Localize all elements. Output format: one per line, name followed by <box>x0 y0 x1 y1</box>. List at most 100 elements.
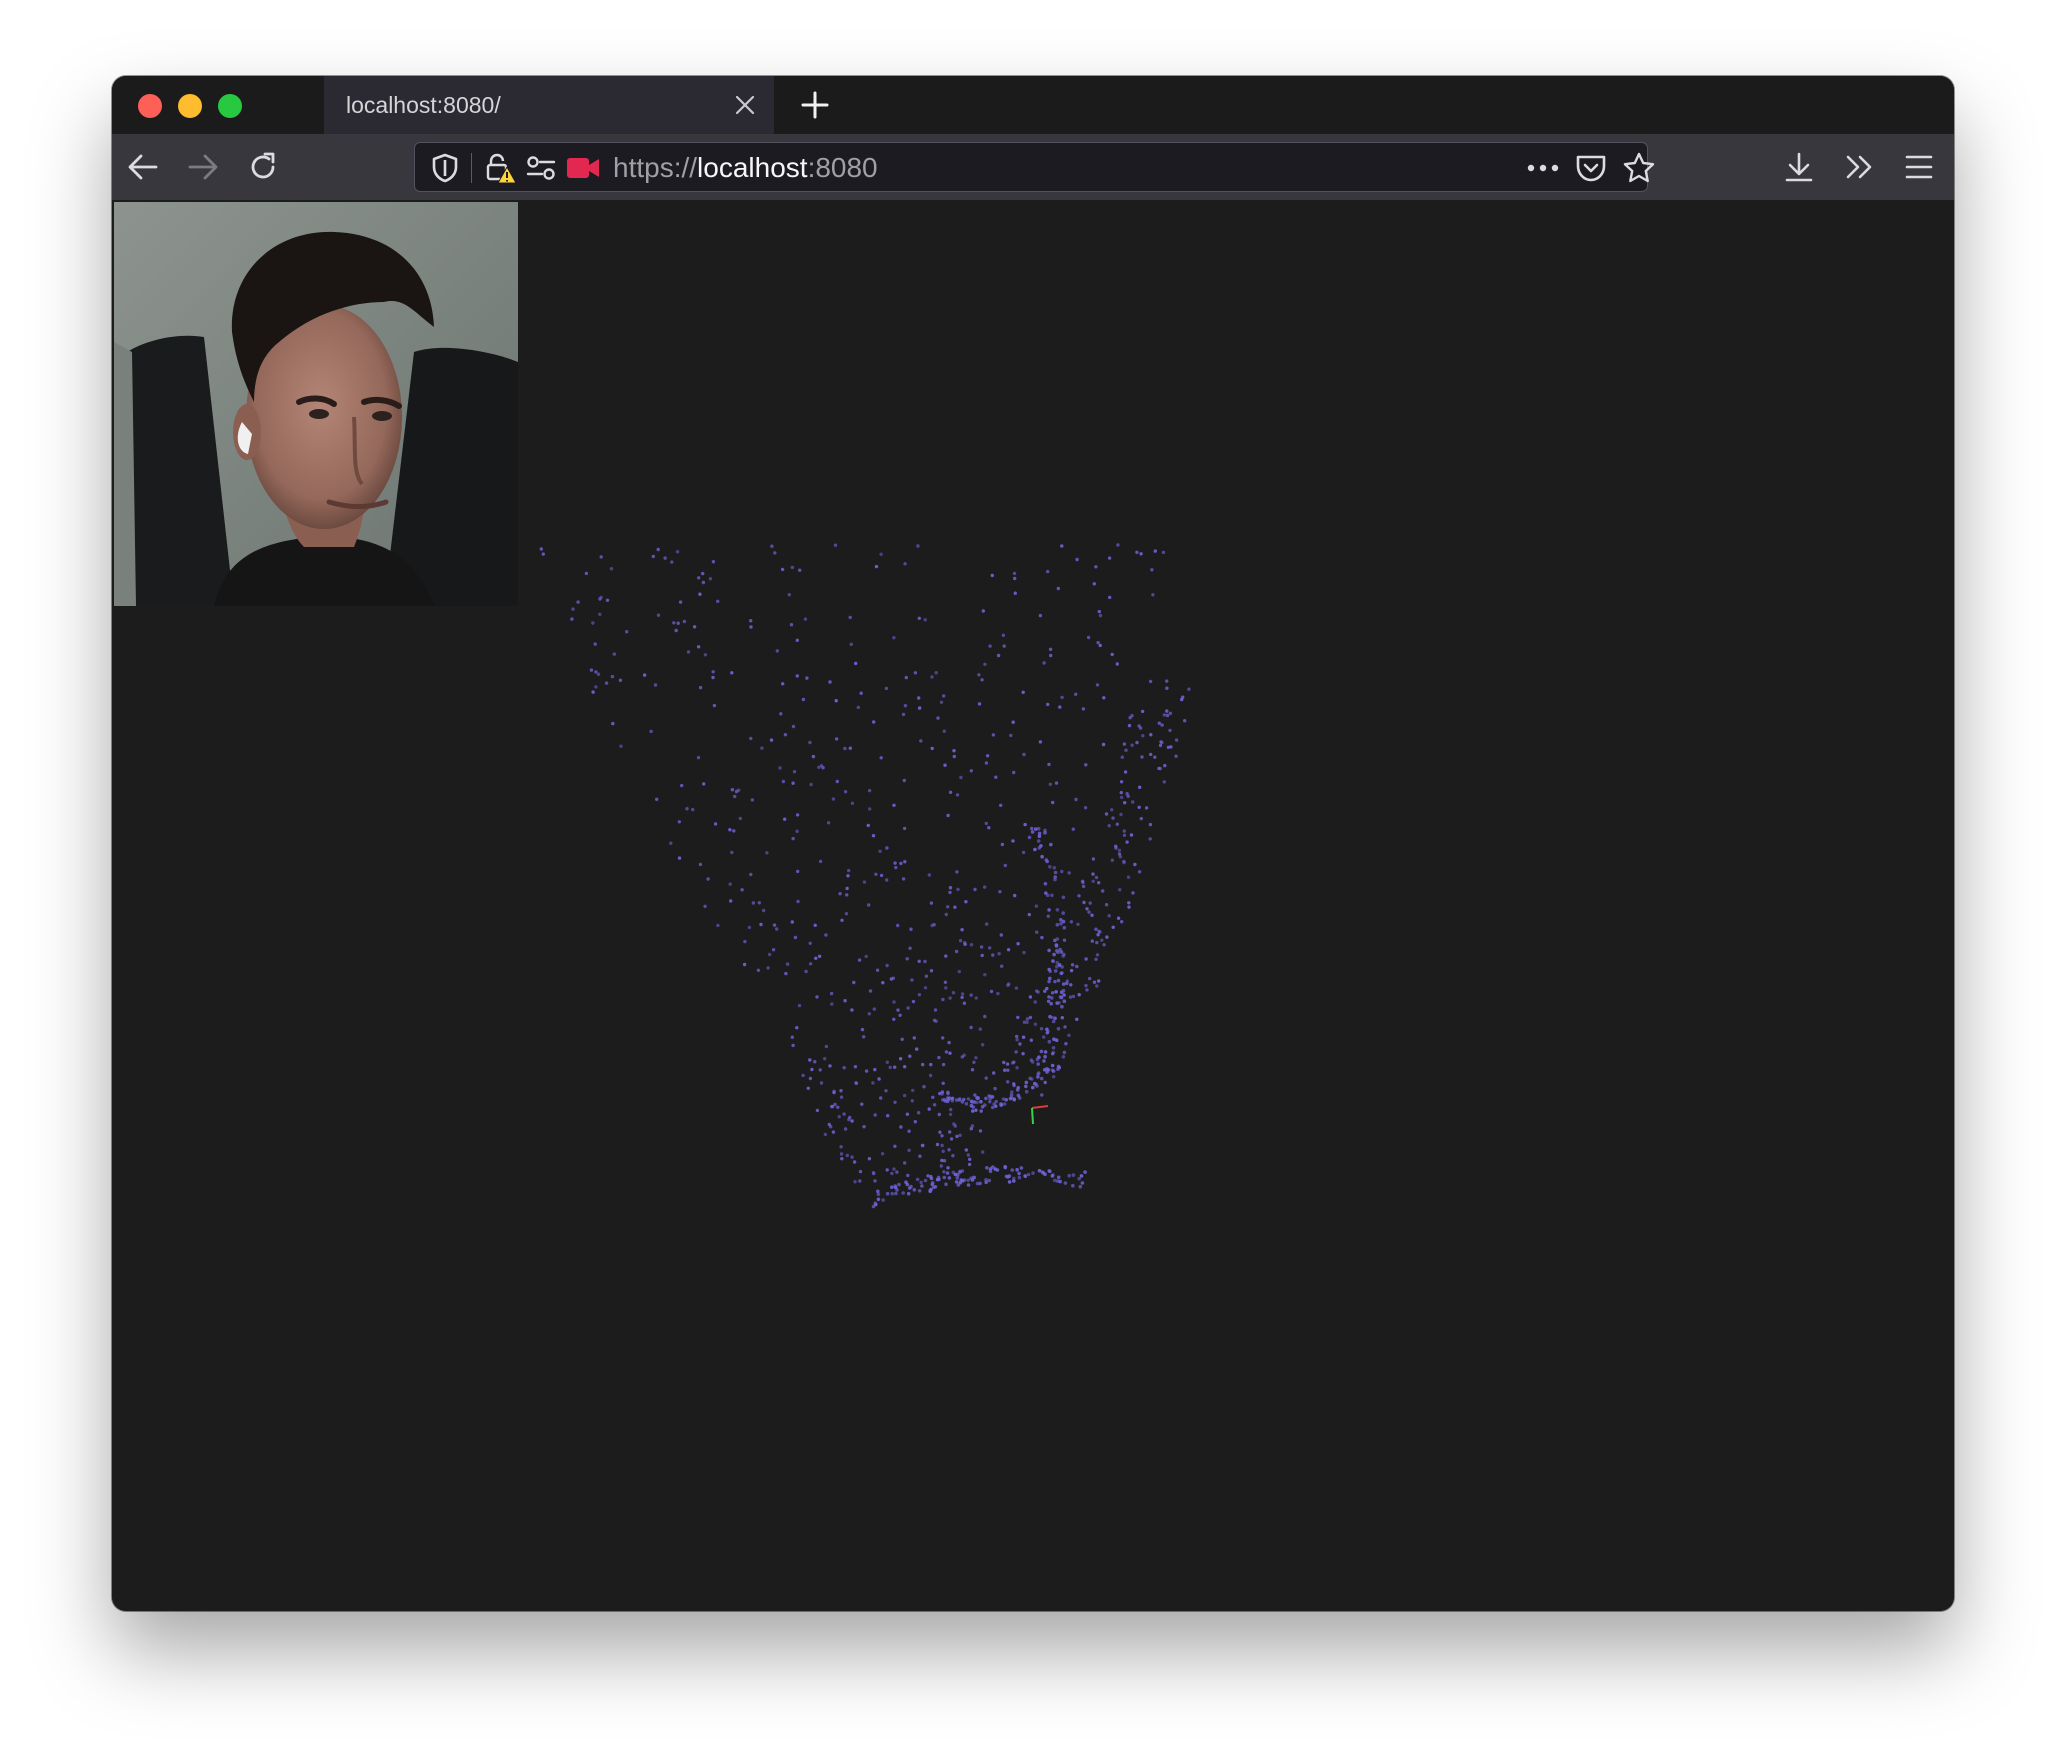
mesh-point <box>858 1179 862 1183</box>
mesh-point <box>928 1189 932 1193</box>
mesh-point <box>1075 1017 1079 1021</box>
mesh-point <box>1115 822 1119 826</box>
mesh-point <box>839 1089 843 1093</box>
mesh-point <box>1122 833 1127 837</box>
mesh-point <box>742 962 747 967</box>
mesh-point <box>871 834 876 838</box>
mesh-point <box>591 621 595 625</box>
mesh-point <box>831 797 836 801</box>
url-text[interactable]: https://localhost:8080 <box>613 143 878 193</box>
new-tab-button[interactable] <box>786 76 844 134</box>
mesh-point <box>962 1053 966 1057</box>
mesh-point <box>892 636 896 640</box>
mesh-point <box>1043 828 1047 833</box>
mesh-point <box>895 1170 899 1174</box>
mesh-point <box>813 923 817 927</box>
mesh-point <box>801 697 806 702</box>
tab-localhost[interactable]: localhost:8080/ <box>324 76 774 134</box>
reload-button[interactable] <box>238 142 288 192</box>
mesh-point <box>944 954 948 958</box>
mesh-point <box>787 593 791 597</box>
mesh-point <box>973 1093 977 1097</box>
mesh-point <box>1080 1181 1085 1185</box>
mesh-point <box>1012 770 1016 775</box>
mesh-point <box>1006 1174 1011 1179</box>
mesh-point <box>1091 879 1095 883</box>
lock-warning-icon[interactable] <box>483 143 519 193</box>
mesh-point <box>1014 986 1019 990</box>
mesh-point <box>1157 721 1162 725</box>
mesh-point <box>1149 752 1153 757</box>
mesh-point <box>792 770 797 774</box>
mesh-point <box>979 945 984 949</box>
overflow-menu-button[interactable] <box>1834 142 1884 192</box>
more-dots-icon[interactable] <box>1523 143 1563 193</box>
mesh-point <box>1013 893 1017 898</box>
mesh-point <box>670 560 674 564</box>
star-icon[interactable] <box>1619 143 1659 193</box>
mesh-point <box>1135 550 1139 554</box>
mesh-point <box>880 1152 885 1156</box>
url-bar[interactable]: https://localhost:8080 <box>414 142 1655 193</box>
mesh-point <box>818 1068 822 1072</box>
mesh-point <box>922 1085 926 1089</box>
mesh-point <box>911 999 916 1004</box>
mesh-point <box>902 1093 907 1098</box>
mesh-point <box>1055 960 1059 965</box>
pocket-icon[interactable] <box>1571 143 1611 193</box>
mesh-point <box>923 618 927 622</box>
mesh-point <box>901 712 906 717</box>
mesh-point <box>1046 702 1050 707</box>
mesh-point <box>1127 901 1131 905</box>
mesh-point <box>962 1178 967 1182</box>
mesh-point <box>1041 1170 1045 1175</box>
mesh-point <box>988 644 992 648</box>
mesh-point <box>834 737 839 741</box>
mesh-point <box>942 729 946 733</box>
window-maximize-button[interactable] <box>218 94 242 118</box>
mesh-point <box>844 912 849 916</box>
forward-button[interactable] <box>178 142 228 192</box>
mesh-point <box>923 1178 928 1183</box>
mesh-point <box>905 957 909 961</box>
mesh-point <box>1114 846 1118 850</box>
close-icon[interactable] <box>716 76 774 134</box>
shield-icon[interactable] <box>425 143 465 193</box>
mesh-point <box>706 877 710 881</box>
mesh-point <box>834 699 838 703</box>
mesh-point <box>950 1098 955 1103</box>
mesh-point <box>1023 822 1027 827</box>
mesh-point <box>791 836 795 841</box>
mesh-point <box>935 1142 940 1147</box>
mesh-point <box>1050 996 1054 1000</box>
mesh-point <box>596 672 601 676</box>
window-minimize-button[interactable] <box>178 94 202 118</box>
mesh-point <box>879 756 883 760</box>
mesh-point <box>848 746 852 750</box>
mesh-point <box>903 860 907 864</box>
mesh-point <box>1149 733 1153 737</box>
mesh-point <box>1053 870 1058 875</box>
mesh-point <box>1007 1180 1012 1184</box>
mesh-point <box>1153 549 1158 553</box>
window-close-button[interactable] <box>138 94 162 118</box>
mesh-point <box>1015 1038 1019 1042</box>
mesh-point <box>852 980 856 985</box>
downloads-button[interactable] <box>1774 142 1824 192</box>
camera-icon[interactable] <box>563 143 603 193</box>
mesh-point <box>952 749 956 753</box>
back-button[interactable] <box>118 142 168 192</box>
mesh-point <box>1110 808 1114 812</box>
mesh-point <box>941 1081 945 1085</box>
mesh-point <box>1082 900 1086 905</box>
mesh-point <box>1137 870 1142 874</box>
mesh-point <box>946 905 950 909</box>
mesh-point <box>1111 816 1115 820</box>
mesh-point <box>969 993 973 997</box>
mesh-point <box>941 1036 945 1040</box>
permissions-icon[interactable] <box>523 143 559 193</box>
mesh-point <box>1119 780 1124 784</box>
app-menu-button[interactable] <box>1894 142 1944 192</box>
hamburger-menu-icon <box>1905 155 1933 179</box>
mesh-point <box>992 1071 996 1075</box>
